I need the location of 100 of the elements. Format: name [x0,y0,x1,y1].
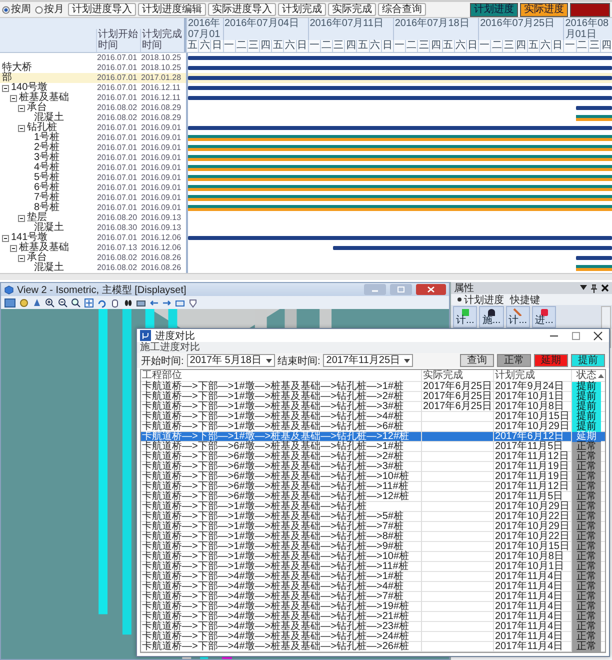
start-date: 2016.07.01 [96,83,138,93]
close-icon[interactable] [593,330,603,340]
tree-item[interactable]: 混凝土 [34,223,64,233]
arrow-icon[interactable] [162,298,172,308]
tree-item[interactable]: 部 [2,73,12,83]
pin-icon[interactable] [591,284,597,292]
status-cell: 正常 [571,592,601,602]
tree-item[interactable]: 141号墩 [11,233,48,243]
filter-button[interactable]: 正常 [497,354,531,367]
zoom-out-icon[interactable] [58,298,68,308]
status-cell: 正常 [571,572,601,582]
view-radio[interactable]: 按月 [35,4,64,16]
tool-button[interactable]: 进... [532,306,556,328]
actual-bar [576,118,612,121]
tree-item[interactable]: 8号桩 [34,203,60,213]
day-header: 四 [514,40,527,52]
horizontal-scrollbar[interactable] [0,273,612,280]
start-date: 2016.07.01 [96,73,138,83]
start-date: 2016.07.01 [96,173,138,183]
toolbar-button[interactable]: 计划进度编辑 [138,3,206,16]
sort-icon [598,374,604,378]
tree-item[interactable]: 垫层 [27,213,47,223]
end-date: 2016.09.13 [140,213,182,223]
collapse-icon[interactable] [18,214,25,222]
tree-item[interactable]: 1号桩 [34,133,60,143]
arrow-icon[interactable] [149,298,159,308]
panel-tab[interactable]: 快捷键 [510,292,540,306]
pencil-icon [513,308,522,316]
table-cell-text: 卡航道桥—>下部—>4#墩—>桩基及基础—>钻孔桩—>7#桩 [141,592,404,602]
column-header[interactable]: 计划完成 [493,370,571,382]
tool-button[interactable]: 施... [479,306,504,328]
end-date-field[interactable]: 2017年11月25日 [323,354,414,367]
tree-item[interactable]: 5号桩 [34,173,60,183]
fit-icon[interactable] [84,298,94,308]
tree-item[interactable]: 7号桩 [34,193,60,203]
rotate-icon[interactable] [97,298,107,308]
footprint-icon[interactable] [123,298,133,308]
start-date: 2016.08.02 [96,263,138,273]
search-icon[interactable] [71,298,81,308]
day-header: 三 [332,40,344,52]
tree-item[interactable]: 4号桩 [34,163,60,173]
tool-button[interactable]: 计... [506,306,530,328]
collapse-icon[interactable] [2,84,9,92]
start-date: 2016.08.20 [96,213,138,223]
tab-label[interactable]: 施工进度对比 [140,342,200,353]
panel-title: 属性 [454,282,474,294]
collapse-icon[interactable] [10,94,17,102]
tree-item[interactable]: 3号桩 [34,153,60,163]
section-icon[interactable] [175,298,185,308]
table-cell-text: 卡航道桥—>下部—>6#墩—>桩基及基础—>钻孔桩—>12#桩 [141,492,410,502]
filter-button[interactable]: 提前 [571,354,605,367]
start-date-field[interactable]: 2017年 5月18日 [186,354,274,367]
field-label: 结束时间: [278,354,320,368]
dropdown-icon[interactable] [580,285,587,291]
tree-item[interactable]: 特大桥 [2,63,32,73]
view-icon[interactable] [4,298,16,308]
tree-item[interactable]: 钻孔桩 [27,123,57,133]
tree-item[interactable]: 140号墩 [11,83,48,93]
status-cell: 正常 [571,512,601,522]
toolbar-button[interactable]: 计划完成 [278,3,326,16]
tree-item[interactable]: 6号桩 [34,183,60,193]
column-header[interactable]: 工程部位 [141,370,421,382]
collapse-icon[interactable] [18,124,25,132]
toolbar-button[interactable]: 实际进度导入 [208,3,276,16]
tree-item[interactable]: 混凝土 [34,113,64,123]
collapse-icon[interactable] [10,244,17,252]
radio-icon[interactable] [2,6,10,14]
tree-item[interactable]: 2号桩 [34,143,60,153]
end-date: 2016.09.01 [140,133,182,143]
table-cell-text: 卡航道桥—>下部—>1#墩—>桩基及基础—>钻孔桩 [141,502,366,512]
zoom-in-icon[interactable] [45,298,55,308]
status-cell: 提前 [571,402,601,412]
table-cell-text: 卡航道桥—>下部—>1#墩—>桩基及基础—>钻孔桩—>8#桩 [141,532,404,542]
tree-item[interactable]: 承台 [27,103,47,113]
close-icon[interactable] [601,284,609,292]
toolbar-button[interactable]: 实际完成 [328,3,376,16]
tool-button[interactable]: 计... [453,306,478,328]
tree-item[interactable]: 桩基及基础 [19,243,69,253]
maximize-icon[interactable] [571,330,581,340]
view-radio[interactable]: 按周 [2,4,31,16]
end-date: 2016.09.01 [140,173,182,183]
tree-item[interactable]: 混凝土 [34,263,64,273]
tree-item[interactable]: 桩基及基础 [19,93,69,103]
helmet-icon [487,308,496,316]
table-cell-text: 卡航道桥—>下部—>4#墩—>桩基及基础—>钻孔桩—>19#桩 [141,602,410,612]
collapse-icon[interactable] [2,234,9,242]
column-header[interactable]: 实际完成 [421,370,493,382]
collapse-icon[interactable] [18,254,25,262]
panel-tab[interactable]: 计划进度 [457,292,504,306]
status-cell: 正常 [571,612,601,622]
toolbar-button[interactable]: 综合查询 [378,3,426,16]
collapse-icon[interactable] [18,104,25,112]
end-date: 2016.12.06 [140,233,182,243]
radio-icon[interactable] [35,6,43,14]
filter-button[interactable]: 查询 [460,354,494,367]
toolbar-button[interactable]: 计划进度导入 [68,3,136,16]
day-header: 五 [442,40,454,52]
tree-item[interactable]: 承台 [27,253,47,263]
filter-button[interactable]: 延期 [534,354,568,367]
day-header: 二 [234,40,247,52]
